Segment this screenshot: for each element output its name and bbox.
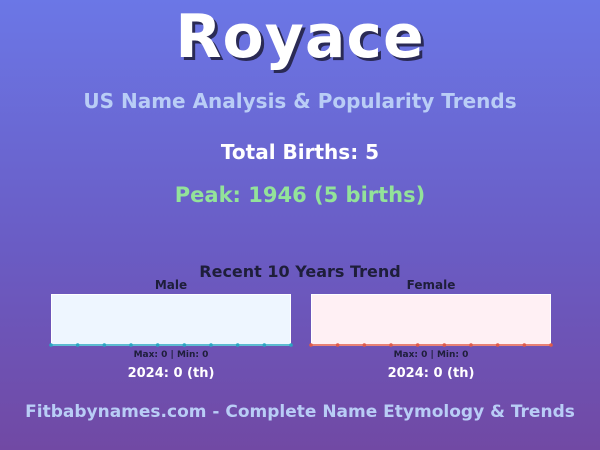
female-maxmin: Max: 0 | Min: 0 (393, 350, 469, 360)
male-trend-point (262, 343, 267, 347)
female-chart-background (311, 294, 551, 346)
male-trend-point (289, 343, 293, 347)
female-trend-chart (309, 294, 553, 347)
female-trend-point (335, 343, 340, 347)
female-trend-point (495, 343, 500, 347)
female-label: Female (406, 278, 456, 292)
male-rank: 2024: 0 (th) (127, 366, 215, 381)
male-label: Male (154, 278, 188, 292)
footer-credit: Fitbabynames.com - Complete Name Etymolo… (25, 402, 575, 422)
male-chart-background (51, 294, 291, 346)
female-trend-point (389, 343, 393, 347)
male-trend-point (75, 343, 80, 347)
female-trend-point (362, 343, 367, 347)
female-rank: 2024: 0 (th) (387, 366, 475, 381)
male-trend-chart (49, 294, 293, 347)
female-trend-point (469, 343, 473, 347)
male-trend-point (209, 343, 213, 347)
peak-year: Peak: 1946 (5 births) (174, 183, 426, 207)
female-trend-point (522, 343, 527, 347)
female-trend-point (415, 343, 420, 347)
page-subtitle: US Name Analysis & Popularity Trends (83, 89, 517, 113)
male-trend-point (155, 343, 160, 347)
name-title: Royace (175, 2, 425, 72)
male-trend-point (235, 343, 240, 347)
female-trend-point (442, 343, 447, 347)
male-trend-point (102, 343, 107, 347)
male-trend-point (182, 343, 187, 347)
male-trend-point (129, 343, 133, 347)
male-trend-panel: Male (49, 278, 293, 347)
female-trend-point (549, 343, 553, 347)
male-trend-point (49, 343, 53, 347)
total-births: Total Births: 5 (220, 140, 380, 164)
female-trend-point (309, 343, 313, 347)
female-trend-panel: Female (309, 278, 553, 347)
male-maxmin: Max: 0 | Min: 0 (133, 350, 209, 360)
